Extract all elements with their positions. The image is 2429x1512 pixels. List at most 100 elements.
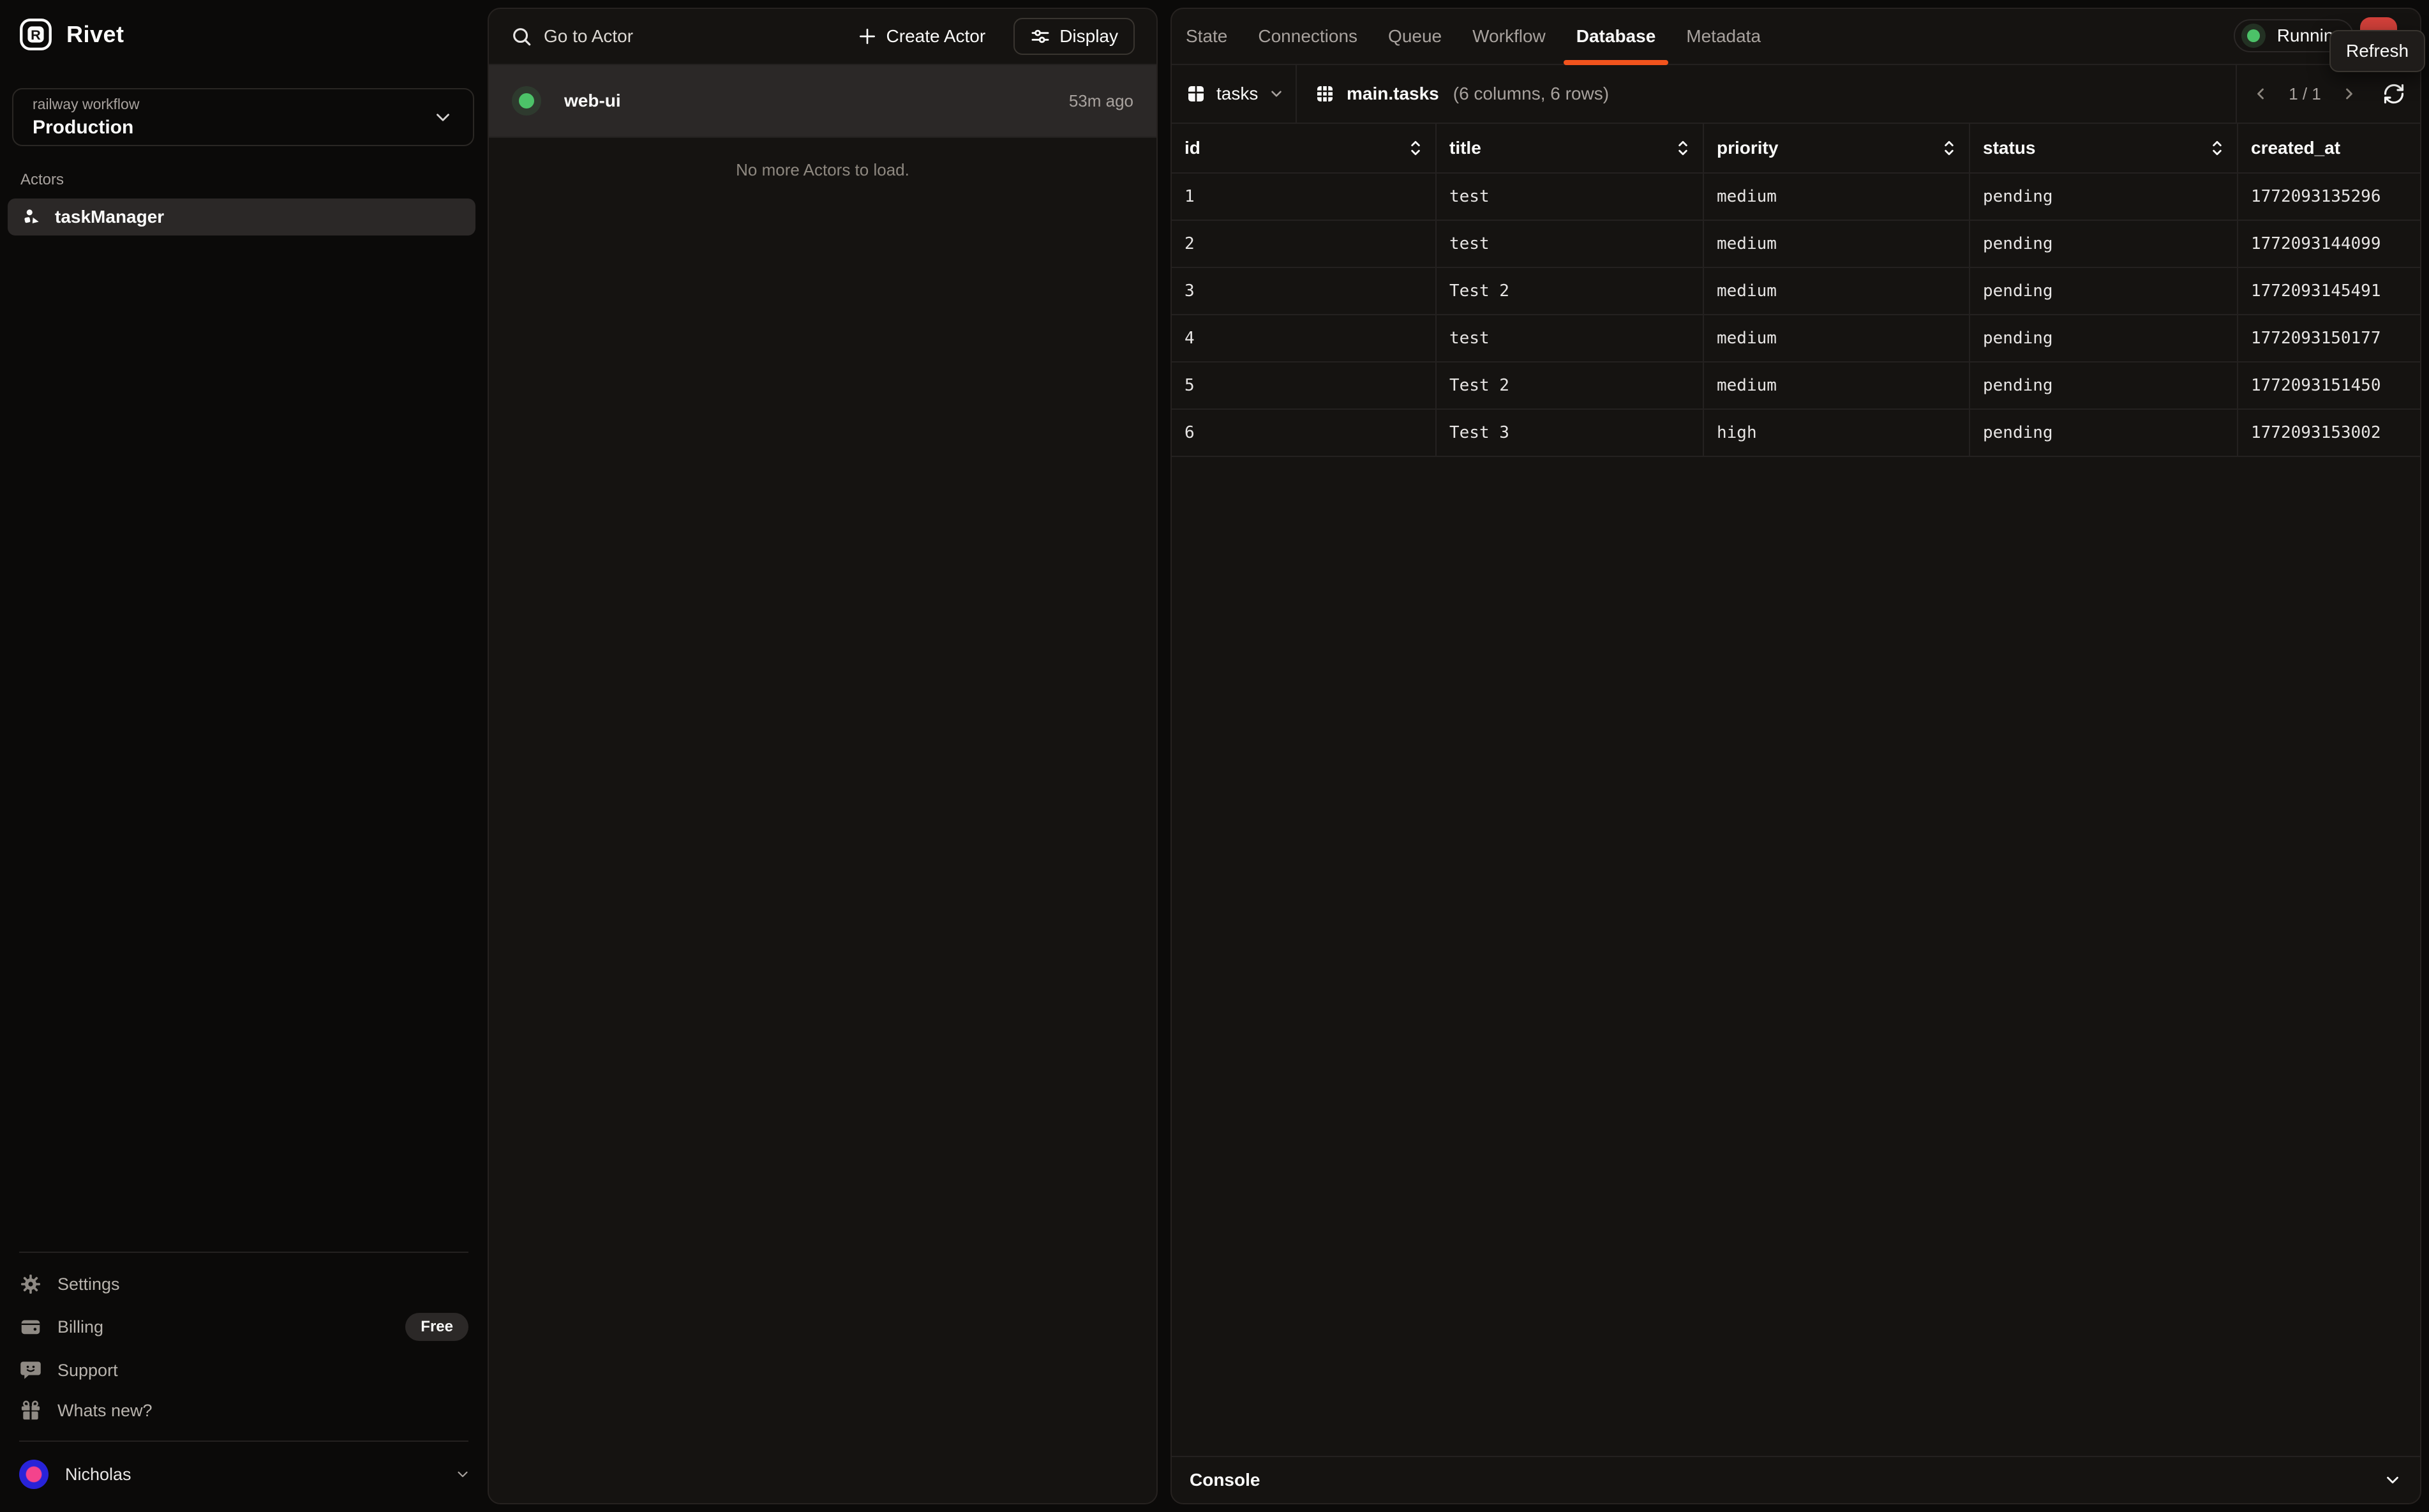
column-header-id[interactable]: id (1172, 124, 1437, 172)
sidebar-item-whats-new[interactable]: Whats new? (19, 1394, 468, 1427)
column-header-priority[interactable]: priority (1704, 124, 1970, 172)
sort-icon (1407, 138, 1424, 158)
cell-created-at: 1772093150177 (2238, 315, 2420, 361)
cell-created-at: 1772093144099 (2238, 221, 2420, 267)
table-row[interactable]: 4 test medium pending 1772093150177 (1172, 315, 2420, 363)
status-running-icon (2241, 24, 2266, 48)
create-actor-label: Create Actor (886, 26, 986, 47)
workspace-kind: railway workflow (33, 96, 139, 113)
tab-queue[interactable]: Queue (1388, 9, 1442, 64)
refresh-table-button[interactable] (2382, 82, 2405, 105)
brand-name: Rivet (66, 21, 124, 48)
gift-icon (19, 1399, 42, 1422)
workspace-selector[interactable]: railway workflow Production (12, 88, 474, 146)
actor-name: web-ui (564, 91, 1046, 111)
cell-priority: medium (1704, 268, 1970, 314)
brand[interactable]: R Rivet (19, 18, 124, 51)
workspace-labels: railway workflow Production (33, 96, 139, 138)
column-header-status[interactable]: status (1970, 124, 2238, 172)
cell-title: test (1437, 221, 1704, 267)
table-icon (1315, 84, 1335, 104)
sidebar-item-billing[interactable]: Billing Free (19, 1310, 468, 1344)
table-info: main.tasks (6 columns, 6 rows) (1297, 65, 1627, 123)
display-label: Display (1059, 26, 1118, 47)
table-header-row: id title priority status created_at (1172, 124, 2420, 174)
console-toggle[interactable]: Console (1172, 1456, 2420, 1503)
sidebar: R Rivet railway workflow Production Acto… (0, 0, 488, 1512)
plan-badge: Free (405, 1313, 468, 1341)
cell-priority: high (1704, 410, 1970, 456)
refresh-tooltip: Refresh (2329, 30, 2425, 72)
sidebar-item-label: Whats new? (57, 1401, 153, 1421)
cell-status: pending (1970, 315, 2238, 361)
sort-icon (1675, 138, 1691, 158)
sidebar-item-support[interactable]: Support (19, 1354, 468, 1387)
table-row[interactable]: 2 test medium pending 1772093144099 (1172, 221, 2420, 268)
tab-workflow[interactable]: Workflow (1472, 9, 1546, 64)
cell-title: Test 2 (1437, 363, 1704, 408)
column-header-created-at[interactable]: created_at (2238, 124, 2420, 172)
actor-list-item-web-ui[interactable]: web-ui 53m ago (489, 65, 1156, 138)
cell-created-at: 1772093153002 (2238, 410, 2420, 456)
wallet-icon (19, 1315, 42, 1338)
next-page-button[interactable] (2340, 85, 2358, 103)
cell-created-at: 1772093135296 (2238, 174, 2420, 220)
chevron-down-icon (1268, 86, 1285, 102)
table-empty-area (1172, 457, 2420, 1456)
tab-database[interactable]: Database (1576, 9, 1656, 64)
cell-status: pending (1970, 268, 2238, 314)
database-toolbar: tasks main.tasks (6 columns, 6 rows) (1172, 65, 2420, 124)
cell-title: Test 2 (1437, 268, 1704, 314)
cell-title: test (1437, 174, 1704, 220)
table-meta: (6 columns, 6 rows) (1453, 84, 1609, 104)
column-header-title[interactable]: title (1437, 124, 1704, 172)
cell-priority: medium (1704, 221, 1970, 267)
actors-section-label: Actors (20, 171, 64, 189)
chevron-down-icon (454, 1466, 471, 1483)
inspector-panel: State Connections Queue Workflow Databas… (1170, 8, 2421, 1504)
search-input[interactable] (544, 26, 846, 47)
toolbar-spacer (1627, 65, 2236, 123)
cell-id: 6 (1172, 410, 1437, 456)
user-menu[interactable]: Nicholas (19, 1456, 471, 1492)
cell-priority: medium (1704, 174, 1970, 220)
plus-icon (857, 26, 878, 47)
display-button[interactable]: Display (1013, 18, 1135, 55)
sidebar-divider (19, 1441, 468, 1442)
sidebar-item-settings[interactable]: Settings (19, 1268, 468, 1301)
chat-icon (19, 1359, 42, 1382)
cell-id: 3 (1172, 268, 1437, 314)
sort-icon (1941, 138, 1957, 158)
cell-id: 2 (1172, 221, 1437, 267)
sidebar-item-taskmanager[interactable]: taskManager (8, 198, 475, 236)
tab-metadata[interactable]: Metadata (1686, 9, 1761, 64)
cell-title: test (1437, 315, 1704, 361)
cell-id: 4 (1172, 315, 1437, 361)
actor-list-header: Create Actor Display (489, 9, 1156, 65)
table-row[interactable]: 3 Test 2 medium pending 1772093145491 (1172, 268, 2420, 315)
cell-status: pending (1970, 221, 2238, 267)
search-icon (511, 26, 532, 47)
sidebar-item-label: Billing (57, 1317, 103, 1337)
console-label: Console (1190, 1470, 1260, 1490)
cell-status: pending (1970, 410, 2238, 456)
tab-state[interactable]: State (1186, 9, 1227, 64)
gear-icon (19, 1273, 42, 1296)
active-tab-underline (1564, 60, 1669, 65)
actor-list-empty-message: No more Actors to load. (489, 138, 1156, 202)
table-row[interactable]: 6 Test 3 high pending 1772093153002 (1172, 410, 2420, 457)
table-selector-dropdown[interactable]: tasks (1172, 65, 1297, 123)
table-row[interactable]: 1 test medium pending 1772093135296 (1172, 174, 2420, 221)
previous-page-button[interactable] (2252, 85, 2269, 103)
actor-list-panel: Create Actor Display web-ui 53m ago No m… (488, 8, 1158, 1504)
chevron-down-icon (2383, 1471, 2402, 1490)
table-row[interactable]: 5 Test 2 medium pending 1772093151450 (1172, 363, 2420, 410)
actor-icon (22, 207, 42, 227)
pagination: 1 / 1 (2236, 65, 2420, 123)
create-actor-button[interactable]: Create Actor (857, 26, 986, 47)
sidebar-divider (19, 1252, 468, 1253)
actor-timestamp: 53m ago (1069, 91, 1133, 111)
tab-connections[interactable]: Connections (1258, 9, 1357, 64)
cell-status: pending (1970, 174, 2238, 220)
sidebar-item-label: Settings (57, 1275, 120, 1294)
